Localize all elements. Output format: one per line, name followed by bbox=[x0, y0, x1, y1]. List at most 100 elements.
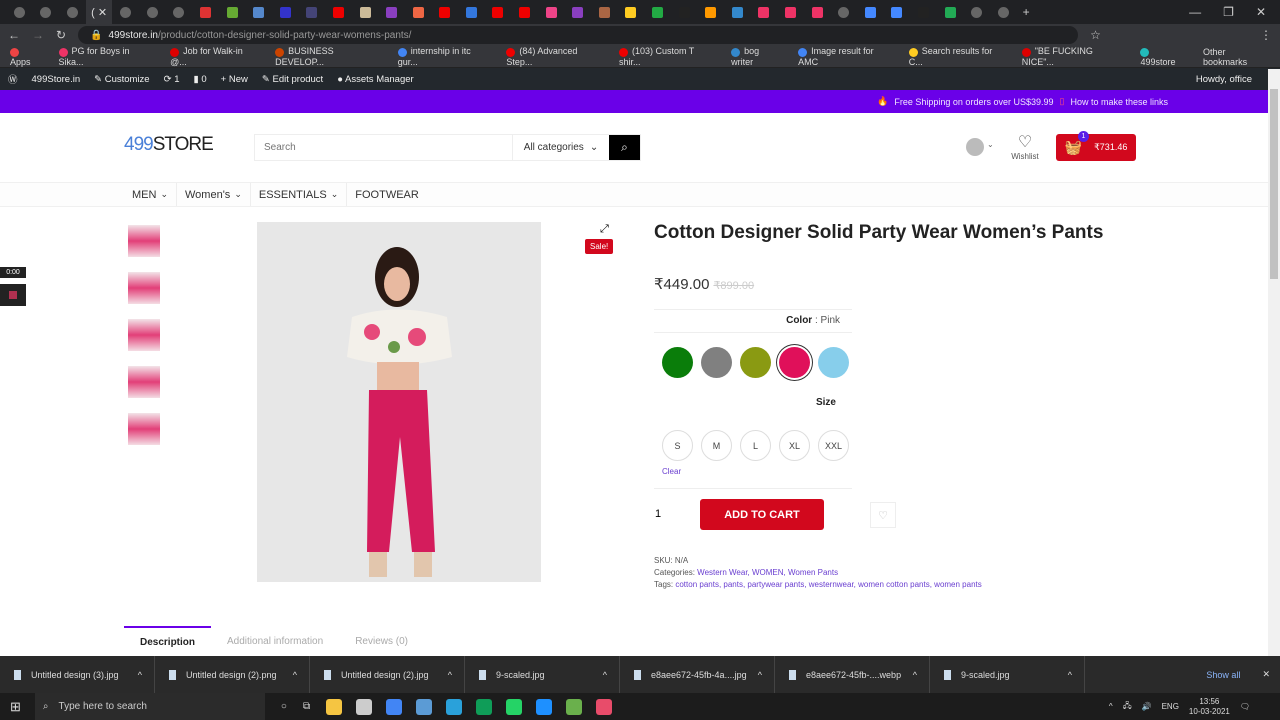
admin-comments[interactable]: ▮ 0 bbox=[194, 74, 207, 85]
browser-tab[interactable] bbox=[405, 0, 432, 24]
star-icon[interactable]: ☆ bbox=[1090, 28, 1101, 42]
promo-links[interactable]: How to make these links bbox=[1070, 97, 1168, 107]
search-button[interactable]: ⌕ bbox=[609, 135, 640, 160]
browser-tab[interactable] bbox=[325, 0, 352, 24]
color-swatch[interactable] bbox=[818, 347, 849, 378]
expand-icon[interactable]: ⤢ bbox=[600, 223, 609, 236]
browser-tab[interactable] bbox=[937, 0, 964, 24]
browser-tab[interactable] bbox=[272, 0, 299, 24]
clear-selection-link[interactable]: Clear bbox=[662, 467, 681, 476]
browser-tab[interactable] bbox=[59, 0, 86, 24]
browser-tab[interactable] bbox=[830, 0, 857, 24]
size-option[interactable]: XXL bbox=[818, 430, 849, 461]
other-bookmarks[interactable]: Other bookmarks bbox=[1203, 47, 1270, 67]
taskbar-app-icon[interactable] bbox=[476, 698, 493, 715]
tag-links[interactable]: cotton pants, pants, partywear pants, we… bbox=[675, 580, 981, 589]
close-icon[interactable]: ✕ bbox=[1262, 669, 1270, 680]
browser-tab[interactable] bbox=[777, 0, 804, 24]
chevron-up-icon[interactable]: ^ bbox=[1068, 670, 1072, 680]
network-icon[interactable]: 🖧 bbox=[1123, 700, 1132, 714]
download-item[interactable]: 9-scaled.jpg ^ bbox=[465, 656, 620, 693]
thumbnail[interactable] bbox=[128, 225, 160, 257]
page-scrollbar[interactable] bbox=[1268, 69, 1280, 656]
chevron-up-icon[interactable]: ^ bbox=[138, 670, 142, 680]
notifications-icon[interactable]: 🗨 bbox=[1240, 702, 1250, 711]
browser-tab[interactable] bbox=[6, 0, 33, 24]
browser-tab[interactable] bbox=[33, 0, 60, 24]
wordpress-icon[interactable]: Ⓦ bbox=[8, 72, 18, 86]
color-swatch[interactable] bbox=[740, 347, 771, 378]
volume-icon[interactable]: 🔊 bbox=[1142, 702, 1152, 711]
browser-tab[interactable] bbox=[857, 0, 884, 24]
color-swatch[interactable] bbox=[662, 347, 693, 378]
cart-button[interactable]: 🧺 1 ₹731.46 bbox=[1056, 131, 1136, 161]
browser-tab[interactable] bbox=[671, 0, 698, 24]
browser-tab[interactable] bbox=[352, 0, 379, 24]
category-links[interactable]: Western Wear, WOMEN, Women Pants bbox=[697, 568, 838, 577]
thumbnail[interactable] bbox=[128, 319, 160, 351]
maximize-button[interactable]: ❐ bbox=[1223, 5, 1234, 19]
download-item[interactable]: Untitled design (3).jpg ^ bbox=[0, 656, 155, 693]
chevron-up-icon[interactable]: ^ bbox=[448, 670, 452, 680]
download-item[interactable]: Untitled design (2).jpg ^ bbox=[310, 656, 465, 693]
browser-tab[interactable] bbox=[591, 0, 618, 24]
show-all-button[interactable]: Show all bbox=[1206, 670, 1240, 680]
size-option[interactable]: M bbox=[701, 430, 732, 461]
scrollbar-thumb[interactable] bbox=[1270, 89, 1278, 279]
browser-tab[interactable] bbox=[192, 0, 219, 24]
admin-customize[interactable]: ✎ Customize bbox=[94, 74, 149, 85]
chevron-up-icon[interactable]: ^ bbox=[293, 670, 297, 680]
chevron-up-icon[interactable]: ^ bbox=[913, 670, 917, 680]
nav-item-footwear[interactable]: FOOTWEAR bbox=[347, 183, 427, 206]
thumbnail[interactable] bbox=[128, 366, 160, 398]
bookmark[interactable]: Job for Walk-in @... bbox=[170, 46, 259, 67]
size-option[interactable]: XL bbox=[779, 430, 810, 461]
record-button[interactable] bbox=[0, 284, 26, 306]
browser-tab[interactable] bbox=[990, 0, 1017, 24]
download-item[interactable]: Untitled design (2).png ^ bbox=[155, 656, 310, 693]
taskbar-app-icon[interactable] bbox=[326, 698, 343, 715]
new-tab-button[interactable]: + bbox=[1023, 5, 1030, 19]
bookmark[interactable]: (103) Custom T shir... bbox=[618, 46, 715, 67]
category-select[interactable]: All categories ⌄ bbox=[512, 135, 609, 160]
browser-tab[interactable] bbox=[485, 0, 512, 24]
admin-site[interactable]: 499Store.in bbox=[32, 74, 81, 85]
chevron-up-icon[interactable]: ^ bbox=[758, 670, 762, 680]
admin-updates[interactable]: ⟳ 1 bbox=[164, 74, 180, 85]
taskbar-app-icon[interactable] bbox=[356, 698, 373, 715]
video-widget[interactable]: 0:00 bbox=[0, 267, 26, 306]
taskbar-app-icon[interactable] bbox=[506, 698, 523, 715]
chevron-up-icon[interactable]: ^ bbox=[1109, 702, 1113, 711]
download-item[interactable]: e8aee672-45fb-4a....jpg ^ bbox=[620, 656, 775, 693]
account-avatar[interactable] bbox=[966, 138, 984, 156]
task-view-icon[interactable]: ⧉ bbox=[303, 701, 310, 712]
download-item[interactable]: e8aee672-45fb-....webp ^ bbox=[775, 656, 930, 693]
thumbnail[interactable] bbox=[128, 413, 160, 445]
browser-tab[interactable] bbox=[751, 0, 778, 24]
site-logo[interactable]: 499STORE bbox=[124, 134, 214, 156]
back-icon[interactable]: ← bbox=[8, 28, 20, 42]
browser-tab[interactable] bbox=[804, 0, 831, 24]
browser-tab[interactable]: ( ✕ bbox=[85, 0, 113, 24]
browser-tab[interactable] bbox=[511, 0, 538, 24]
tab-reviews-[interactable]: Reviews (0) bbox=[339, 626, 424, 656]
nav-item-womens[interactable]: Women's ⌄ bbox=[177, 183, 251, 206]
taskbar-app-icon[interactable] bbox=[566, 698, 583, 715]
tab-additional-information[interactable]: Additional information bbox=[211, 626, 339, 656]
bookmark[interactable]: "BE FUCKING NICE"... bbox=[1021, 46, 1125, 67]
taskbar-app-icon[interactable] bbox=[416, 698, 433, 715]
size-option[interactable]: S bbox=[662, 430, 693, 461]
browser-tab[interactable] bbox=[884, 0, 911, 24]
close-button[interactable]: ✕ bbox=[1256, 5, 1266, 19]
browser-tab[interactable] bbox=[618, 0, 645, 24]
minimize-button[interactable]: — bbox=[1189, 5, 1201, 19]
browser-tab[interactable] bbox=[724, 0, 751, 24]
browser-tab[interactable] bbox=[538, 0, 565, 24]
browser-tab[interactable] bbox=[378, 0, 405, 24]
search-input[interactable] bbox=[255, 135, 512, 160]
color-swatch[interactable] bbox=[779, 347, 810, 378]
bookmark[interactable]: 499store bbox=[1140, 46, 1187, 67]
bookmark[interactable]: internship in itc gur... bbox=[397, 46, 491, 67]
browser-tab[interactable] bbox=[166, 0, 193, 24]
clock[interactable]: 13:56 10-03-2021 bbox=[1189, 697, 1230, 717]
